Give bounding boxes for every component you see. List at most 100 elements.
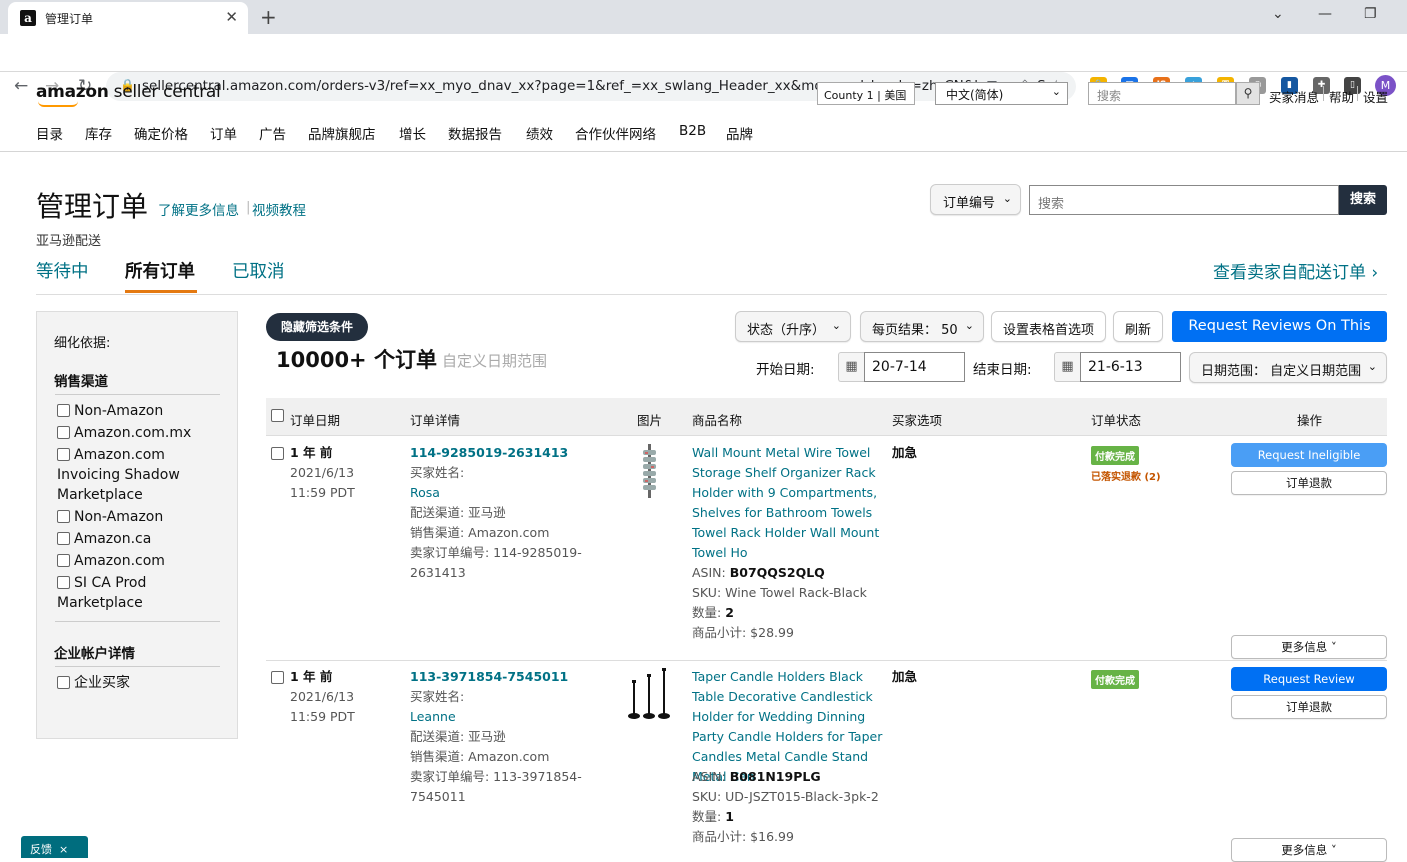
more-info-button[interactable]: 更多信息 ˅ bbox=[1231, 838, 1387, 862]
new-tab-icon[interactable]: + bbox=[260, 5, 277, 29]
address-bar[interactable]: 🔒 sellercentral.amazon.com/orders-v3/ref… bbox=[106, 72, 1076, 101]
seller-order-id: 卖家订单编号: 114-9285019- bbox=[410, 545, 582, 560]
channel-option-cont[interactable]: Marketplace bbox=[57, 485, 143, 505]
calendar-icon[interactable]: ▦ bbox=[1054, 352, 1080, 382]
tab-pending[interactable]: 等待中 bbox=[36, 258, 89, 283]
tab-search-icon[interactable]: ⌄ bbox=[1272, 6, 1284, 22]
tab-all-orders[interactable]: 所有订单 bbox=[125, 258, 195, 283]
tab-close-icon[interactable]: ✕ bbox=[225, 8, 238, 26]
row-checkbox[interactable] bbox=[271, 671, 284, 684]
channel-checkbox[interactable] bbox=[57, 404, 70, 417]
channel-option-cont[interactable]: Marketplace bbox=[57, 593, 143, 613]
help-link[interactable]: 帮助 bbox=[1329, 87, 1354, 106]
feedback-button[interactable]: 反馈 × bbox=[21, 836, 88, 858]
business-buyer-checkbox[interactable] bbox=[57, 676, 70, 689]
tab-title: 管理订单 bbox=[45, 12, 94, 26]
channel-option[interactable]: Amazon.com.mx bbox=[74, 423, 191, 443]
buyer-messages-link[interactable]: 买家消息 bbox=[1269, 87, 1319, 106]
amazon-smile-icon bbox=[38, 101, 78, 107]
request-review-button[interactable]: Request Review bbox=[1231, 667, 1387, 691]
video-tutorial-link[interactable]: 视频教程 bbox=[252, 199, 306, 219]
channel-option[interactable]: Non-Amazon bbox=[74, 507, 163, 527]
url-text[interactable]: sellercentral.amazon.com/orders-v3/ref=x… bbox=[142, 78, 1059, 94]
order-id-link[interactable]: 114-9285019-2631413 bbox=[410, 443, 568, 463]
hide-filters-button[interactable]: 隐藏筛选条件 bbox=[266, 313, 368, 341]
start-date-input[interactable]: 20-7-14 bbox=[864, 352, 965, 382]
date-range-select[interactable]: 日期范围： 自定义日期范围 ⌄ bbox=[1189, 352, 1387, 383]
minimize-icon[interactable]: — bbox=[1318, 6, 1332, 22]
header-search-button[interactable]: ⚲ bbox=[1236, 82, 1260, 105]
refresh-button[interactable]: 刷新 bbox=[1113, 311, 1163, 342]
feedback-close-icon[interactable]: × bbox=[59, 843, 68, 856]
channel-checkbox[interactable] bbox=[57, 554, 70, 567]
request-ineligible-button[interactable]: Request Ineligible bbox=[1231, 443, 1387, 467]
product-image-towel-rack[interactable] bbox=[640, 444, 660, 498]
browser-chrome: a 管理订单 ✕ + ⌄ — ❐ ← → ↻ 🔒 sellercentral.a… bbox=[0, 0, 1407, 101]
language-select[interactable]: 中文(简体) ⌄ bbox=[935, 82, 1068, 105]
marketplace-selector[interactable]: County 1 | 美国 bbox=[817, 82, 915, 105]
learn-more-link[interactable]: 了解更多信息 bbox=[158, 199, 239, 219]
order-age: 1 年 前 bbox=[290, 445, 333, 460]
seller-central-logo[interactable]: amazon seller central bbox=[36, 82, 221, 107]
channel-checkbox[interactable] bbox=[57, 426, 70, 439]
channel-option-cont[interactable]: Invoicing Shadow bbox=[57, 465, 180, 485]
refund-status-link[interactable]: 已落实退款 (2) bbox=[1091, 468, 1161, 483]
request-reviews-button[interactable]: Request Reviews On This Page bbox=[1172, 311, 1387, 365]
restore-icon[interactable]: ❐ bbox=[1364, 6, 1377, 22]
nav-growth[interactable]: 增长 bbox=[399, 123, 426, 143]
table-preferences-button[interactable]: 设置表格首选项 bbox=[991, 311, 1106, 342]
channel-checkbox[interactable] bbox=[57, 448, 70, 461]
search-type-select[interactable]: 订单编号 ⌄ bbox=[930, 184, 1021, 215]
nav-orders[interactable]: 订单 bbox=[210, 123, 237, 143]
refund-order-button[interactable]: 订单退款 bbox=[1231, 695, 1387, 719]
address-bar-row: ← → ↻ 🔒 sellercentral.amazon.com/orders-… bbox=[0, 34, 1407, 101]
channel-checkbox[interactable] bbox=[57, 510, 70, 523]
quantity: 数量: 2 bbox=[692, 603, 734, 623]
sort-select[interactable]: 状态（升序） ⌄ bbox=[735, 311, 851, 342]
calendar-icon[interactable]: ▦ bbox=[838, 352, 864, 382]
row-divider bbox=[266, 660, 1387, 661]
select-all-checkbox[interactable] bbox=[271, 409, 284, 422]
nav-advertising[interactable]: 广告 bbox=[259, 123, 286, 143]
business-buyer-option[interactable]: 企业买家 bbox=[74, 673, 130, 693]
nav-b2b[interactable]: B2B bbox=[679, 123, 706, 139]
browser-tab[interactable]: a 管理订单 ✕ bbox=[8, 2, 248, 34]
col-order-status[interactable]: 订单状态 bbox=[1091, 410, 1141, 429]
end-date-input[interactable]: 21-6-13 bbox=[1080, 352, 1181, 382]
channel-option[interactable]: Amazon.com bbox=[74, 551, 165, 571]
tab-cancelled[interactable]: 已取消 bbox=[232, 258, 285, 283]
product-title-link[interactable]: Wall Mount Metal Wire Towel Storage Shel… bbox=[692, 443, 892, 563]
channel-checkbox[interactable] bbox=[57, 576, 70, 589]
header-search-input[interactable]: 搜索 bbox=[1088, 82, 1236, 105]
channel-checkbox[interactable] bbox=[57, 532, 70, 545]
order-search-input[interactable]: 搜索 bbox=[1029, 185, 1339, 215]
nav-catalog[interactable]: 目录 bbox=[36, 123, 63, 143]
col-image: 图片 bbox=[637, 413, 663, 428]
buyer-name-link[interactable]: Rosa bbox=[410, 483, 440, 503]
quantity: 数量: 1 bbox=[692, 807, 734, 827]
channel-option[interactable]: Amazon.ca bbox=[74, 529, 151, 549]
row-checkbox[interactable] bbox=[271, 447, 284, 460]
channel-option[interactable]: SI CA Prod bbox=[74, 573, 146, 593]
channel-option[interactable]: Amazon.com bbox=[74, 445, 165, 465]
per-page-select[interactable]: 每页结果： 50 ⌄ bbox=[860, 311, 984, 342]
nav-inventory[interactable]: 库存 bbox=[85, 123, 112, 143]
order-search-button[interactable]: 搜索 bbox=[1339, 185, 1387, 215]
nav-brands[interactable]: 品牌 bbox=[726, 123, 753, 143]
nav-pricing[interactable]: 确定价格 bbox=[134, 123, 188, 143]
nav-performance[interactable]: 绩效 bbox=[526, 123, 553, 143]
refund-order-button[interactable]: 订单退款 bbox=[1231, 471, 1387, 495]
buyer-name-link[interactable]: Leanne bbox=[410, 707, 456, 727]
settings-link[interactable]: 设置 bbox=[1363, 87, 1388, 106]
nav-partner-network[interactable]: 合作伙伴网络 bbox=[575, 123, 656, 143]
nav-reports[interactable]: 数据报告 bbox=[448, 123, 502, 143]
order-id-link[interactable]: 113-3971854-7545011 bbox=[410, 667, 568, 687]
channel-option[interactable]: Non-Amazon bbox=[74, 401, 163, 421]
nav-stores[interactable]: 品牌旗舰店 bbox=[308, 123, 376, 143]
more-info-button[interactable]: 更多信息 ˅ bbox=[1231, 635, 1387, 659]
back-icon[interactable]: ← bbox=[14, 76, 28, 96]
product-image-candle-holders[interactable] bbox=[626, 668, 672, 722]
view-fbm-orders-link[interactable]: 查看卖家自配送订单 › bbox=[1213, 258, 1378, 283]
asin: ASIN: B07QQS2QLQ bbox=[692, 563, 825, 583]
col-order-date[interactable]: 订单日期 bbox=[290, 410, 340, 429]
